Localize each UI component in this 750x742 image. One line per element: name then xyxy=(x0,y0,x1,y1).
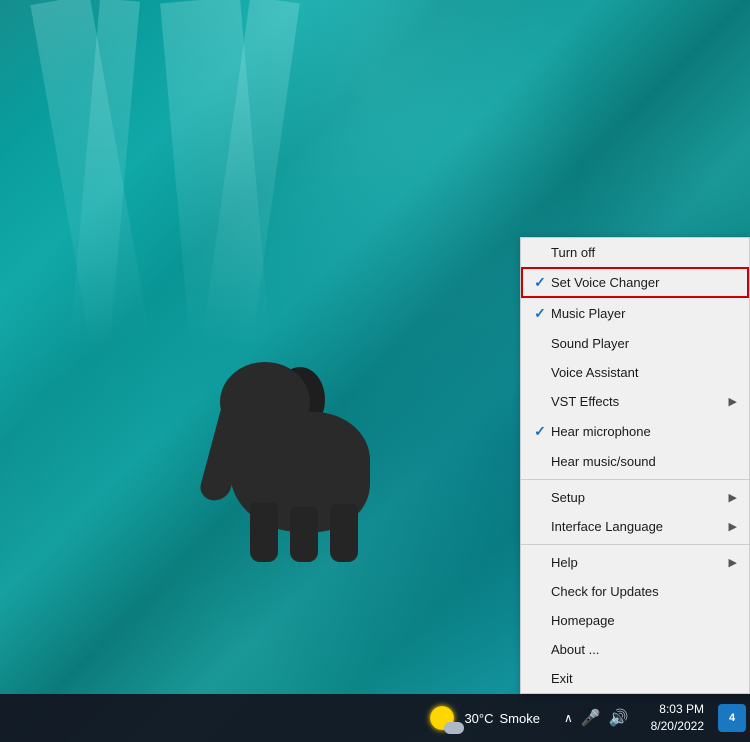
elephant-silhouette xyxy=(200,282,400,562)
menu-item-hear-microphone[interactable]: ✓Hear microphone xyxy=(521,416,749,447)
menu-item-setup[interactable]: Setup▶ xyxy=(521,483,749,512)
clock-date: 8/20/2022 xyxy=(651,718,704,735)
arrow-interface-lang: ▶ xyxy=(721,520,737,533)
volume-icon[interactable]: 🔊 xyxy=(609,708,629,728)
chevron-up-icon[interactable]: ∧ xyxy=(564,711,573,725)
label-help: Help xyxy=(551,555,721,570)
label-sound-player: Sound Player xyxy=(551,336,721,351)
label-check-updates: Check for Updates xyxy=(551,584,721,599)
separator-after-hear-music-sound xyxy=(521,479,749,480)
label-set-voice-changer: Set Voice Changer xyxy=(551,275,721,290)
check-music-player: ✓ xyxy=(529,305,551,322)
menu-item-exit[interactable]: Exit xyxy=(521,664,749,693)
menu-item-check-updates[interactable]: Check for Updates xyxy=(521,577,749,606)
clock-time: 8:03 PM xyxy=(659,701,704,718)
label-turn-off: Turn off xyxy=(551,245,721,260)
label-hear-microphone: Hear microphone xyxy=(551,424,721,439)
weather-icon xyxy=(430,706,458,730)
separator-after-interface-lang xyxy=(521,544,749,545)
datetime-display[interactable]: 8:03 PM 8/20/2022 xyxy=(643,701,712,735)
menu-item-homepage[interactable]: Homepage xyxy=(521,606,749,635)
menu-item-vst-effects[interactable]: VST Effects▶ xyxy=(521,387,749,416)
menu-item-hear-music-sound[interactable]: Hear music/sound xyxy=(521,447,749,476)
label-hear-music-sound: Hear music/sound xyxy=(551,454,721,469)
label-vst-effects: VST Effects xyxy=(551,394,721,409)
context-menu: Turn off✓Set Voice Changer✓Music PlayerS… xyxy=(520,237,750,694)
arrow-setup: ▶ xyxy=(721,491,737,504)
weather-temp: 30°C xyxy=(464,711,493,726)
menu-item-voice-assistant[interactable]: Voice Assistant xyxy=(521,358,749,387)
check-hear-microphone: ✓ xyxy=(529,423,551,440)
menu-item-about[interactable]: About ... xyxy=(521,635,749,664)
taskbar-right: 30°C Smoke ∧ 🎤 🔊 8:03 PM 8/20/2022 4 xyxy=(420,701,750,735)
label-homepage: Homepage xyxy=(551,613,721,628)
arrow-help: ▶ xyxy=(721,556,737,569)
check-set-voice-changer: ✓ xyxy=(529,274,551,291)
weather-widget: 30°C Smoke xyxy=(420,706,550,730)
label-setup: Setup xyxy=(551,490,721,505)
menu-item-help[interactable]: Help▶ xyxy=(521,548,749,577)
menu-item-sound-player[interactable]: Sound Player xyxy=(521,329,749,358)
menu-item-music-player[interactable]: ✓Music Player xyxy=(521,298,749,329)
system-tray: ∧ 🎤 🔊 xyxy=(556,708,637,728)
label-about: About ... xyxy=(551,642,721,657)
label-interface-lang: Interface Language xyxy=(551,519,721,534)
menu-item-interface-lang[interactable]: Interface Language▶ xyxy=(521,512,749,541)
label-music-player: Music Player xyxy=(551,306,721,321)
menu-item-turn-off[interactable]: Turn off xyxy=(521,238,749,267)
taskbar: 30°C Smoke ∧ 🎤 🔊 8:03 PM 8/20/2022 4 xyxy=(0,694,750,742)
arrow-vst-effects: ▶ xyxy=(721,395,737,408)
menu-item-set-voice-changer[interactable]: ✓Set Voice Changer xyxy=(521,267,749,298)
weather-condition: Smoke xyxy=(500,711,540,726)
label-voice-assistant: Voice Assistant xyxy=(551,365,721,380)
microphone-icon: 🎤 xyxy=(581,708,601,728)
label-exit: Exit xyxy=(551,671,721,686)
notification-badge[interactable]: 4 xyxy=(718,704,746,732)
